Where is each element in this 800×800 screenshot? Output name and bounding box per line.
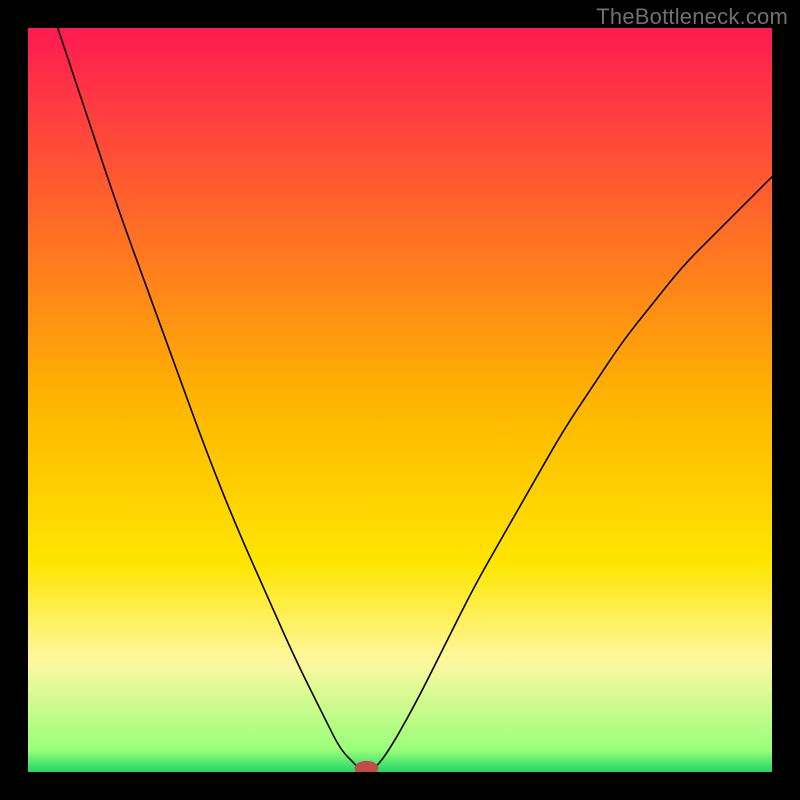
chart-svg: [28, 28, 772, 772]
chart-frame: TheBottleneck.com: [0, 0, 800, 800]
gradient-rect: [28, 28, 772, 772]
attribution-watermark: TheBottleneck.com: [596, 4, 788, 30]
plot-area: [28, 28, 772, 772]
